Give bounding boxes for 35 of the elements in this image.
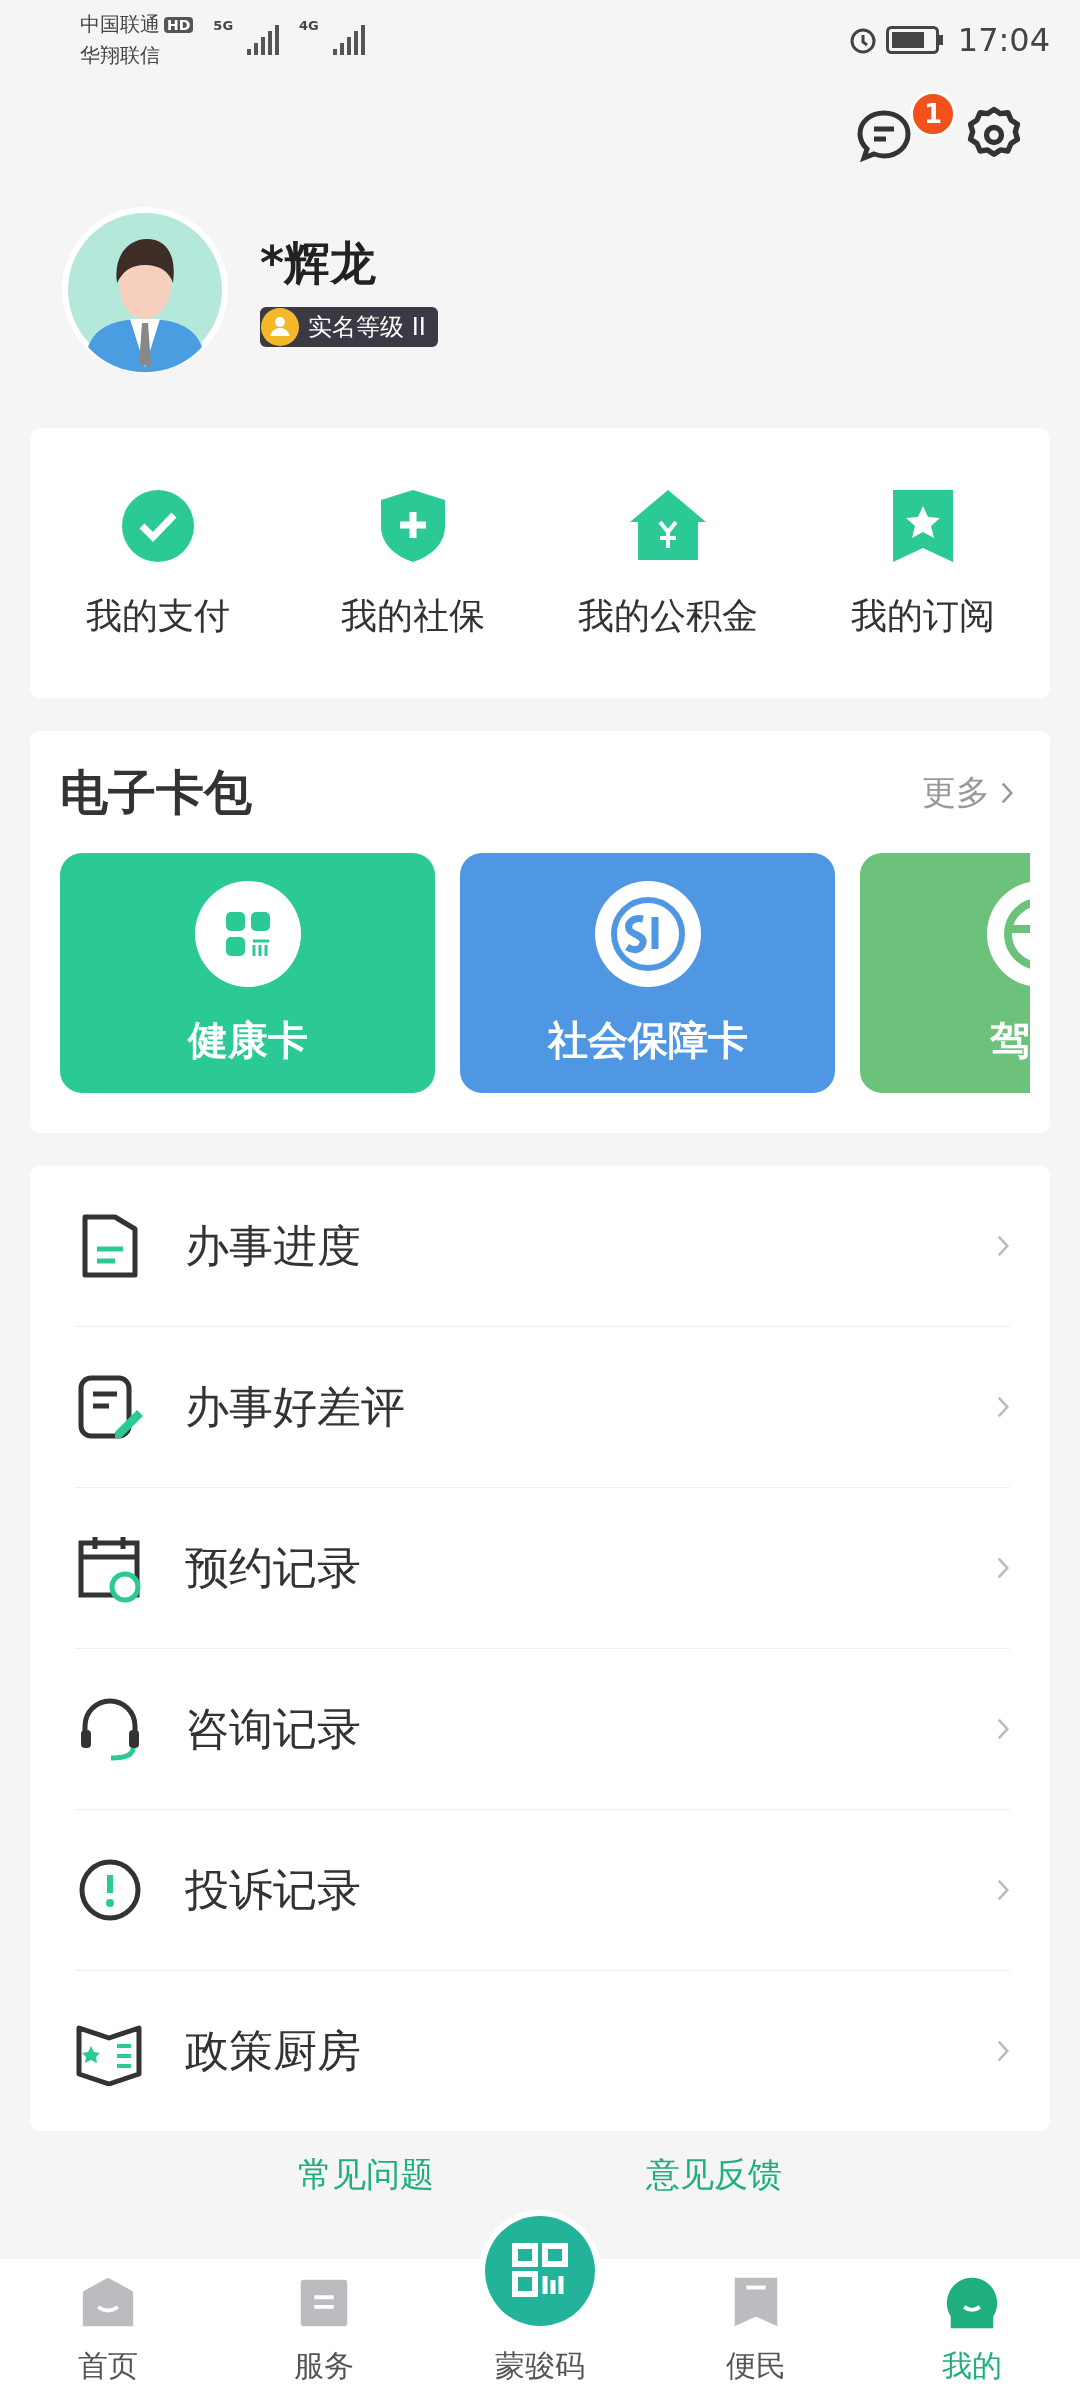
menu-item[interactable]: 咨询记录: [75, 1649, 1010, 1810]
menu-item[interactable]: 办事好差评: [75, 1327, 1010, 1488]
chevron-right-icon: [996, 2039, 1010, 2063]
tab-item[interactable]: 服务: [216, 2273, 432, 2388]
network-label: 5G: [213, 18, 234, 33]
section-title: 电子卡包: [60, 763, 252, 822]
tab-item[interactable]: 便民: [648, 2273, 864, 2388]
card-icon: [192, 878, 303, 989]
chevron-right-icon: [996, 1556, 1010, 1580]
qr-code-icon: [485, 2216, 595, 2326]
menu-item[interactable]: 办事进度: [75, 1166, 1010, 1327]
quick-action-label[interactable]: 我的公积金: [577, 591, 758, 641]
card-icon: [592, 878, 703, 989]
carrier-name: 华翔联信: [80, 42, 161, 69]
chevron-right-icon: [1000, 781, 1014, 805]
chevron-right-icon: [996, 1717, 1010, 1741]
menu-item[interactable]: 投诉记录: [75, 1810, 1010, 1971]
quick-action-label[interactable]: 我的支付: [85, 591, 230, 641]
chevron-right-icon: [996, 1878, 1010, 1902]
notification-badge: 1: [910, 91, 956, 137]
quick-action-label[interactable]: 我的订阅: [850, 591, 995, 641]
hd-label: HD: [164, 16, 194, 33]
battery-icon: [885, 26, 944, 54]
user-name: *辉龙: [260, 235, 378, 292]
chevron-right-icon: [996, 1234, 1010, 1258]
network-label: 4G: [299, 18, 319, 33]
verification-badge: 实名等级 II: [260, 307, 438, 347]
tab-item[interactable]: 首页: [0, 2273, 216, 2388]
menu-item[interactable]: 政策厨房: [75, 1971, 1010, 2131]
chevron-right-icon: [996, 1395, 1010, 1419]
menu-item[interactable]: 预约记录: [75, 1488, 1010, 1649]
carrier-name: 中国联通: [80, 11, 160, 38]
clock-time: 17:04: [957, 21, 1050, 59]
quick-action-label[interactable]: 我的社保: [340, 591, 485, 641]
tab-item[interactable]: 蒙骏码: [432, 2209, 648, 2388]
